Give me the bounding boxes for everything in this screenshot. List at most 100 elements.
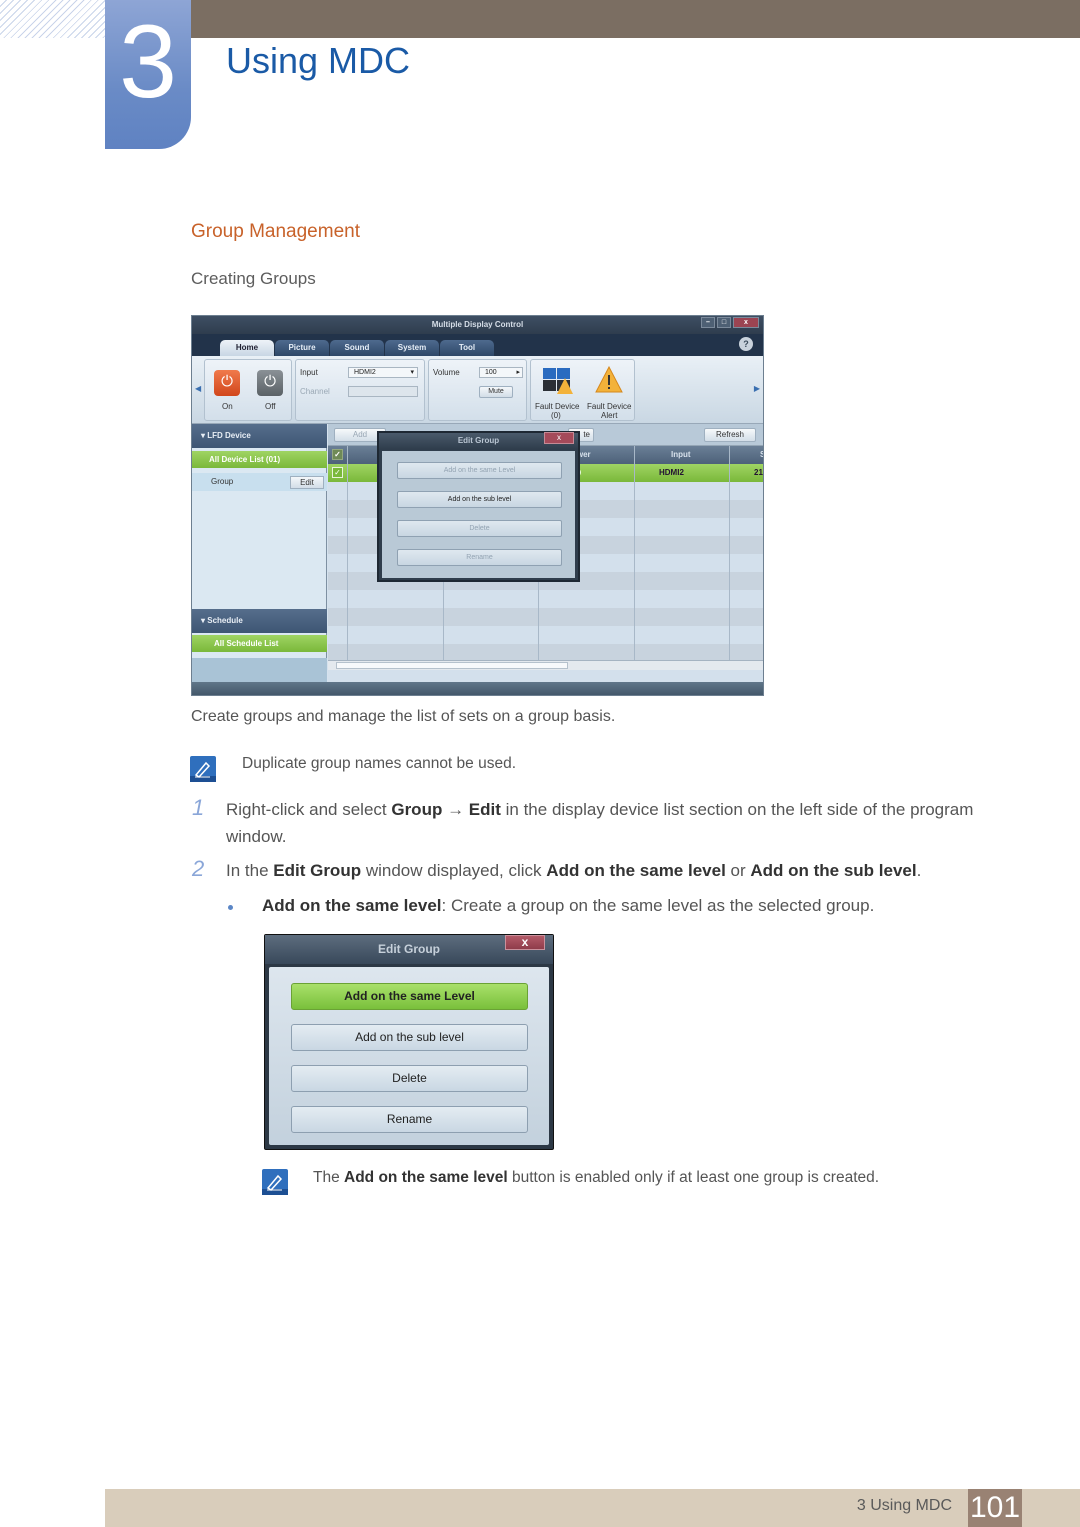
step-2-bold: Add on the sub level: [750, 861, 917, 880]
tab-bar: Home Picture Sound System Tool ?: [192, 334, 763, 356]
power-on-icon[interactable]: [214, 370, 240, 396]
minimize-button[interactable]: –: [701, 317, 715, 328]
scrollbar-thumb[interactable]: [336, 662, 568, 669]
tab-system[interactable]: System: [385, 340, 439, 356]
schedule-label: Schedule: [207, 616, 243, 625]
select-all-checkbox[interactable]: ✓: [332, 449, 343, 460]
rename-button[interactable]: Rename: [291, 1106, 528, 1133]
step-1-text: Right-click and select Group → Edit in t…: [226, 800, 973, 820]
device-tree-panel: ▾ LFD Device All Device List (01) Group …: [192, 424, 327, 682]
tab-sound[interactable]: Sound: [330, 340, 384, 356]
row-checkbox[interactable]: ✓: [332, 467, 343, 478]
note2-pre: The: [313, 1169, 345, 1186]
group-edit-button[interactable]: Edit: [290, 476, 324, 489]
dialog-close-button[interactable]: x: [544, 432, 574, 444]
delete-button[interactable]: Delete: [397, 520, 562, 537]
status-bar: [192, 682, 763, 695]
play-right-icon: ▸: [516, 369, 520, 376]
ribbon-scroll-right-icon[interactable]: ▶: [754, 384, 760, 393]
power-on-label: On: [222, 402, 233, 411]
note-add-same-level: The Add on the same level button is enab…: [313, 1169, 879, 1187]
power-off-icon[interactable]: [257, 370, 283, 396]
intro-paragraph: Create groups and manage the list of set…: [191, 708, 616, 725]
column-divider: [347, 446, 348, 660]
help-icon[interactable]: ?: [739, 337, 753, 351]
dialog-close-button[interactable]: x: [505, 935, 545, 950]
chapter-number: 3: [119, 4, 177, 120]
volume-label: Volume: [433, 368, 460, 377]
ribbon-scroll-left-icon[interactable]: ◀: [195, 384, 201, 393]
input-label: Input: [300, 368, 318, 377]
bullet-rest: : Create a group on the same level as th…: [441, 896, 875, 915]
maximize-button[interactable]: □: [717, 317, 731, 328]
tab-home[interactable]: Home: [220, 340, 274, 356]
ribbon: ◀ On Off Input HDMI2 ▾ Channel Volume 10…: [192, 356, 763, 424]
tab-tool[interactable]: Tool: [440, 340, 494, 356]
column-divider: [729, 446, 730, 660]
step-2-part: window displayed, click: [361, 861, 547, 880]
chevron-down-icon: ▾: [410, 369, 414, 376]
channel-stepper[interactable]: [348, 386, 418, 397]
input-select[interactable]: HDMI2 ▾: [348, 367, 418, 378]
column-s[interactable]: S: [760, 446, 763, 464]
step-2-bold: Add on the same level: [546, 861, 726, 880]
footer-bar: 3 Using MDC: [105, 1489, 1080, 1527]
volume-value: 100: [485, 369, 497, 376]
add-same-level-button[interactable]: Add on the same Level: [291, 983, 528, 1010]
step-2-number: 2: [192, 856, 205, 881]
bullet-text: Add on the same level: Create a group on…: [262, 896, 874, 916]
mute-button[interactable]: Mute: [479, 386, 513, 398]
power-group: On Off: [204, 359, 292, 421]
page-number: 101: [968, 1489, 1022, 1527]
lfd-device-header[interactable]: ▾ LFD Device: [192, 424, 327, 448]
fault-device-alert-label: Fault Device: [587, 402, 632, 411]
fault-device-label: Fault Device: [535, 402, 580, 411]
add-sub-level-button[interactable]: Add on the sub level: [291, 1024, 528, 1051]
note-duplicate-names: Duplicate group names cannot be used.: [242, 755, 517, 772]
fault-group: Fault Device (0) Fault Device Alert: [530, 359, 635, 421]
channel-label: Channel: [300, 387, 330, 396]
table-row: [328, 644, 763, 660]
lfd-device-label: LFD Device: [207, 431, 251, 440]
header-hatch-decoration: [0, 0, 105, 38]
all-device-list-item[interactable]: All Device List (01): [192, 451, 327, 468]
note2-bold: Add on the same level: [344, 1169, 508, 1186]
fault-device-icon[interactable]: [543, 368, 573, 396]
step-1-line2: window.: [226, 827, 287, 846]
mdc-window-screenshot: Multiple Display Control – □ x Home Pict…: [191, 315, 764, 696]
note-icon: [190, 756, 216, 782]
step-1-bold-edit: Edit: [468, 800, 501, 819]
chapter-title: Using MDC: [226, 40, 411, 81]
step-1-arrow: →: [442, 800, 469, 819]
mdc-window-title: Multiple Display Control: [431, 320, 524, 329]
table-row: [328, 608, 763, 626]
volume-group: Volume 100 ▸ Mute: [428, 359, 527, 421]
section-title: Group Management: [191, 221, 360, 242]
section-subtitle: Creating Groups: [191, 269, 316, 288]
dialog-body: Add on the same Level Add on the sub lev…: [382, 451, 575, 578]
footer-chapter-label: 3 Using MDC: [856, 1497, 952, 1514]
header-bar: [190, 0, 1080, 38]
close-button[interactable]: x: [733, 317, 759, 328]
add-sub-level-button[interactable]: Add on the sub level: [397, 491, 562, 508]
bullet-dot: [228, 905, 233, 910]
fault-device-alert-icon[interactable]: [595, 366, 623, 394]
tab-picture[interactable]: Picture: [275, 340, 329, 356]
rename-button[interactable]: Rename: [397, 549, 562, 566]
step-2-part: or: [725, 861, 751, 880]
row-extra: 21: [754, 468, 763, 477]
add-same-level-button[interactable]: Add on the same Level: [397, 462, 562, 479]
delete-button[interactable]: Delete: [291, 1065, 528, 1092]
fault-device-count: (0): [551, 411, 561, 420]
refresh-button[interactable]: Refresh: [704, 428, 756, 442]
step-1-bold-group: Group: [391, 800, 443, 819]
schedule-header[interactable]: ▾ Schedule: [192, 609, 327, 633]
input-select-value: HDMI2: [354, 369, 376, 376]
step-1-part: Right-click and select: [226, 800, 392, 819]
volume-input[interactable]: 100 ▸: [479, 367, 523, 378]
horizontal-scrollbar[interactable]: [328, 660, 763, 670]
column-input[interactable]: Input: [671, 446, 691, 464]
chapter-badge: 3: [105, 0, 191, 149]
row-input: HDMI2: [659, 468, 684, 477]
all-schedule-list-item[interactable]: All Schedule List: [192, 635, 327, 652]
